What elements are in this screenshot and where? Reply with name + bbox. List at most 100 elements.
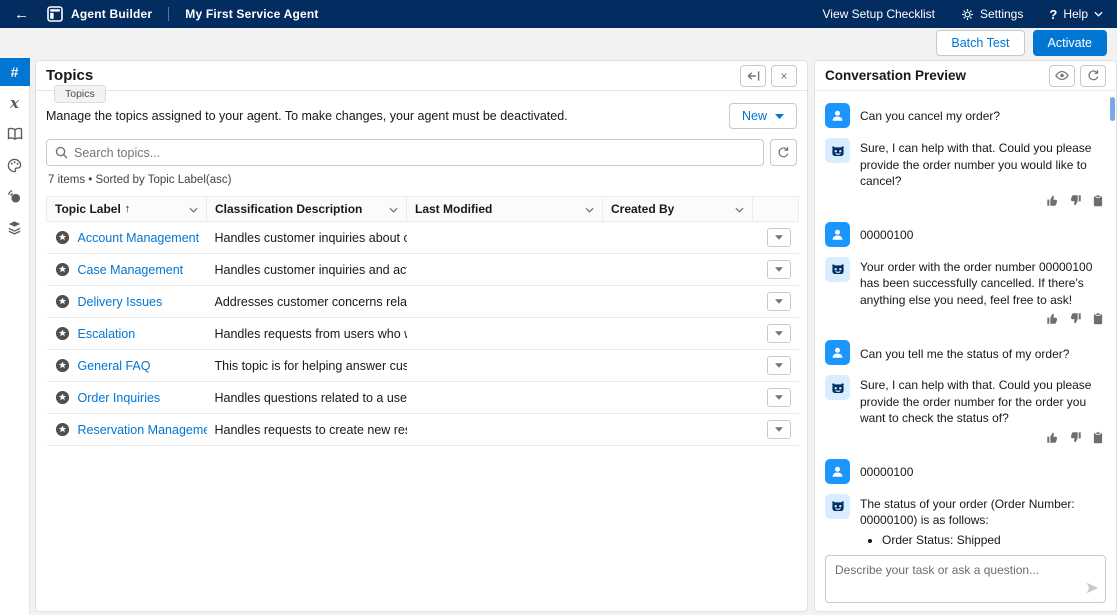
table-row: Order Inquiries Handles questions relate…	[47, 382, 799, 414]
help-menu-button[interactable]: ? Help	[1049, 7, 1103, 22]
row-actions-button[interactable]	[767, 388, 791, 407]
topic-link[interactable]: Order Inquiries	[78, 391, 161, 405]
created-by-cell	[603, 318, 753, 350]
row-actions-button[interactable]	[767, 292, 791, 311]
topic-link[interactable]: Case Management	[78, 263, 184, 277]
scrollbar-thumb[interactable]	[1110, 97, 1115, 121]
chevron-down-icon[interactable]	[585, 202, 594, 216]
thumbs-down-button[interactable]	[1069, 312, 1082, 328]
search-topics-input[interactable]	[74, 146, 755, 160]
message-text: Your order with the order number 0000010…	[860, 257, 1106, 309]
copy-button[interactable]	[1092, 431, 1104, 447]
robot-icon	[830, 380, 846, 396]
robot-icon	[830, 498, 846, 514]
thumbs-up-icon	[1046, 431, 1059, 444]
thumbs-down-button[interactable]	[1069, 194, 1082, 210]
message-list[interactable]: Can you cancel my order? Sure, I can hel…	[815, 91, 1116, 551]
nav-divider	[168, 7, 169, 21]
row-actions-button[interactable]	[767, 356, 791, 375]
new-topic-button[interactable]: New	[729, 103, 797, 129]
refresh-list-button[interactable]	[770, 139, 797, 166]
agent-builder-app-icon	[47, 6, 63, 22]
sidebar-item-knowledge[interactable]	[0, 120, 30, 148]
created-by-cell	[603, 222, 753, 254]
topic-description-cell: Handles customer inquiries and actions r…	[207, 254, 407, 286]
table-row: Case Management Handles customer inquiri…	[47, 254, 799, 286]
layers-icon	[7, 220, 22, 235]
agent-avatar	[825, 375, 850, 400]
row-actions-button[interactable]	[767, 228, 791, 247]
topic-link[interactable]: Escalation	[78, 327, 136, 341]
sidebar-item-connections[interactable]	[0, 182, 30, 210]
agent-message: The status of your order (Order Number: …	[825, 494, 1106, 551]
back-arrow-icon[interactable]: ←	[14, 7, 29, 22]
chevron-down-icon	[1094, 11, 1103, 17]
user-avatar	[825, 340, 850, 365]
preview-refresh-button[interactable]	[1080, 65, 1106, 87]
thumbs-down-button[interactable]	[1069, 431, 1082, 447]
created-by-cell	[603, 286, 753, 318]
refresh-icon	[1087, 69, 1100, 82]
close-icon: ×	[780, 70, 787, 82]
collapse-left-icon	[747, 70, 760, 82]
thumbs-up-button[interactable]	[1046, 431, 1059, 447]
composer-input[interactable]	[826, 556, 1105, 602]
activate-button[interactable]: Activate	[1033, 30, 1107, 56]
topic-link[interactable]: Account Management	[78, 231, 200, 245]
search-icon	[55, 146, 68, 159]
row-actions-button[interactable]	[767, 260, 791, 279]
topics-panel: Topics × Topics Manage the topics assign…	[35, 60, 808, 612]
user-avatar	[825, 459, 850, 484]
thumbs-up-button[interactable]	[1046, 194, 1059, 210]
close-panel-button[interactable]: ×	[771, 65, 797, 87]
settings-button[interactable]: Settings	[961, 7, 1023, 21]
dropdown-triangle-icon	[775, 331, 783, 336]
chevron-down-icon[interactable]	[389, 202, 398, 216]
person-icon	[830, 108, 845, 123]
user-message: 00000100	[825, 222, 1106, 247]
preview-header: Conversation Preview	[815, 61, 1116, 91]
table-row: Escalation Handles requests from users w…	[47, 318, 799, 350]
view-setup-checklist-link[interactable]: View Setup Checklist	[823, 7, 936, 21]
collapse-panel-button[interactable]	[740, 65, 766, 87]
preview-title: Conversation Preview	[825, 68, 966, 83]
row-actions-button[interactable]	[767, 324, 791, 343]
column-header-created-by[interactable]: Created By	[603, 197, 753, 222]
dropdown-triangle-icon	[775, 395, 783, 400]
column-header-classification-description[interactable]: Classification Description	[207, 197, 407, 222]
copy-button[interactable]	[1092, 312, 1104, 328]
topic-link[interactable]: Delivery Issues	[78, 295, 163, 309]
send-button[interactable]	[1086, 582, 1099, 597]
sidebar-item-versions[interactable]	[0, 213, 30, 241]
chevron-down-icon[interactable]	[189, 202, 198, 216]
robot-icon	[830, 143, 846, 159]
user-avatar	[825, 103, 850, 128]
topic-link[interactable]: Reservation Management	[78, 423, 207, 437]
batch-test-button[interactable]: Batch Test	[936, 30, 1024, 56]
preview-visibility-button[interactable]	[1049, 65, 1075, 87]
topic-globe-icon	[55, 358, 70, 373]
sort-ascending-icon: ↑	[125, 203, 131, 215]
column-header-last-modified[interactable]: Last Modified	[407, 197, 603, 222]
last-modified-cell	[407, 254, 603, 286]
last-modified-cell	[407, 350, 603, 382]
top-navigation-bar: ← Agent Builder My First Service Agent V…	[0, 0, 1117, 28]
thumbs-up-button[interactable]	[1046, 312, 1059, 328]
user-message: Can you cancel my order?	[825, 103, 1106, 128]
sidebar-item-theme[interactable]	[0, 151, 30, 179]
topic-globe-icon	[55, 390, 70, 405]
feedback-bar	[860, 194, 1104, 210]
dropdown-triangle-icon	[775, 299, 783, 304]
bullet-item: Delivery Address: 333 Wolf Point Plaza, …	[882, 549, 1106, 551]
agent-record-name: My First Service Agent	[185, 7, 318, 21]
agent-avatar	[825, 494, 850, 519]
message-text: Sure, I can help with that. Could you pl…	[860, 138, 1106, 190]
topic-link[interactable]: General FAQ	[78, 359, 151, 373]
row-actions-button[interactable]	[767, 420, 791, 439]
chevron-down-icon[interactable]	[735, 202, 744, 216]
column-header-topic-label[interactable]: Topic Label ↑	[47, 197, 207, 222]
copy-button[interactable]	[1092, 194, 1104, 210]
topic-globe-icon	[55, 326, 70, 341]
sidebar-item-topics[interactable]: #	[0, 58, 30, 86]
sidebar-item-variables[interactable]: x	[0, 89, 30, 117]
